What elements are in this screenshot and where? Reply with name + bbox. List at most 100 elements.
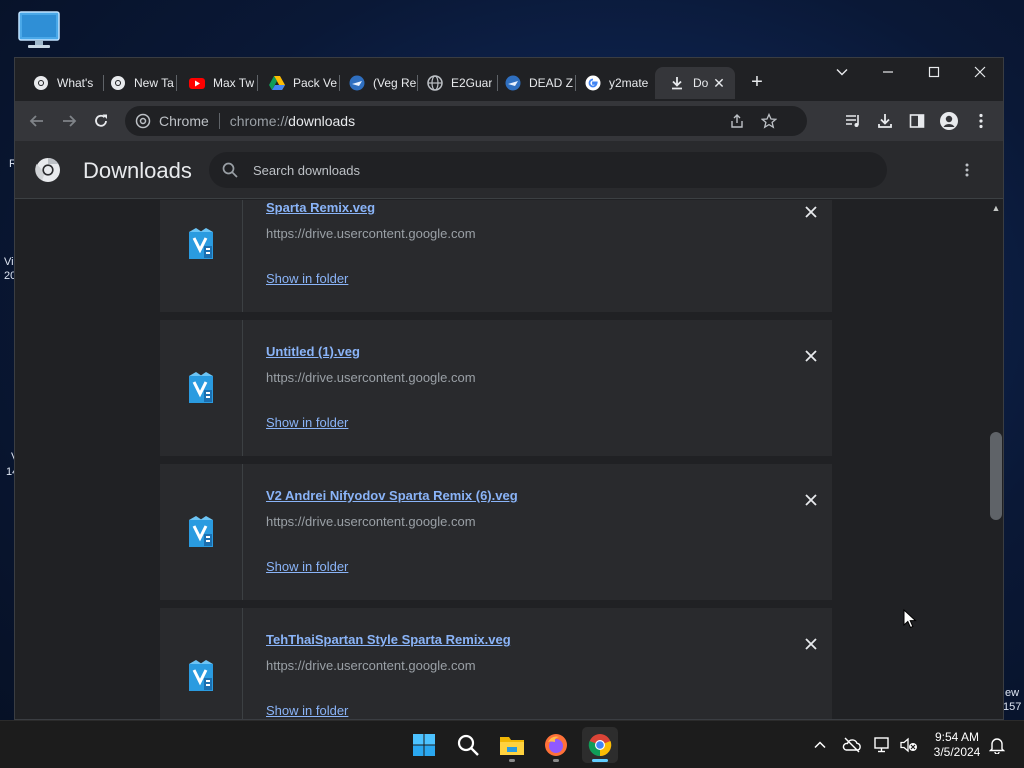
- firefox-taskbar-button[interactable]: [538, 727, 574, 763]
- tab-dead-z[interactable]: DEAD Z: [491, 67, 573, 99]
- download-icon: [878, 114, 892, 128]
- bookmark-button[interactable]: [759, 111, 779, 131]
- close-icon: [974, 66, 986, 78]
- file-name-link[interactable]: Sparta Remix.veg: [266, 200, 375, 215]
- search-taskbar-button[interactable]: [450, 727, 486, 763]
- scroll-up-arrow-icon[interactable]: ▲: [987, 202, 1003, 214]
- show-in-folder-link[interactable]: Show in folder: [266, 703, 348, 718]
- star-icon: [761, 113, 777, 129]
- search-icon: [457, 734, 479, 756]
- bell-icon: [989, 738, 1005, 754]
- avatar-icon: [940, 112, 958, 130]
- site-info-chip[interactable]: Chrome: [135, 113, 209, 129]
- side-panel-button[interactable]: [905, 109, 929, 133]
- vegas-file-icon: [189, 660, 213, 691]
- search-input[interactable]: [253, 162, 853, 178]
- minimize-button[interactable]: [865, 58, 911, 86]
- tab-downloads[interactable]: Do ✕: [655, 67, 735, 99]
- address-bar[interactable]: Chrome chrome://downloads: [125, 106, 807, 136]
- firefox-icon: [545, 734, 567, 756]
- tab-whats-new[interactable]: What's: [19, 67, 103, 99]
- page-scrollbar[interactable]: ▲: [987, 200, 1003, 719]
- downloads-menu-button[interactable]: [957, 160, 977, 180]
- show-hidden-icons-button[interactable]: [810, 735, 830, 755]
- tab-search-button[interactable]: [819, 58, 865, 86]
- tab-label: DEAD Z: [529, 76, 573, 90]
- file-name-link[interactable]: V2 Andrei Nifyodov Sparta Remix (6).veg: [266, 488, 518, 503]
- windows-taskbar: 9:54 AM 3/5/2024: [0, 720, 1024, 768]
- downloads-header: Downloads: [15, 141, 1003, 199]
- globe-icon: [427, 75, 443, 91]
- running-indicator: [509, 759, 515, 762]
- remove-item-button[interactable]: [801, 634, 821, 654]
- reload-button[interactable]: [89, 109, 113, 133]
- tab-e2guardian[interactable]: E2Guar: [413, 67, 497, 99]
- system-clock[interactable]: 9:54 AM 3/5/2024: [922, 730, 992, 760]
- downloads-button[interactable]: [873, 109, 897, 133]
- file-source-url: https://drive.usercontent.google.com: [266, 226, 476, 241]
- remove-item-button[interactable]: [801, 202, 821, 222]
- tab-label: E2Guar: [451, 76, 493, 90]
- this-pc-desktop-icon[interactable]: [16, 10, 62, 50]
- tab-label: New Ta: [134, 76, 174, 90]
- show-in-folder-link[interactable]: Show in folder: [266, 271, 348, 286]
- file-explorer-taskbar-button[interactable]: [494, 727, 530, 763]
- tab-close-icon[interactable]: ✕: [711, 75, 727, 91]
- file-source-url: https://drive.usercontent.google.com: [266, 370, 476, 385]
- tab-y2mate[interactable]: y2mate: [571, 67, 653, 99]
- network-tray-button[interactable]: [873, 735, 893, 755]
- mouse-pointer-icon: [903, 609, 917, 629]
- onedrive-tray-button[interactable]: [842, 735, 862, 755]
- page-title: Downloads: [83, 158, 192, 183]
- tab-veg-re[interactable]: (Veg Re: [335, 67, 417, 99]
- close-window-button[interactable]: [957, 58, 1003, 86]
- file-name-link[interactable]: Untitled (1).veg: [266, 344, 360, 359]
- download-item: Untitled (1).veg https://drive.userconte…: [160, 320, 832, 456]
- close-icon: [805, 350, 817, 362]
- maximize-button[interactable]: [911, 58, 957, 86]
- show-in-folder-link[interactable]: Show in folder: [266, 415, 348, 430]
- notifications-button[interactable]: [987, 735, 1007, 755]
- minimize-icon: [883, 71, 893, 73]
- remove-item-button[interactable]: [801, 490, 821, 510]
- maximize-icon: [928, 66, 940, 78]
- scroll-thumb[interactable]: [990, 432, 1002, 520]
- tab-google-drive[interactable]: Pack Ve: [255, 67, 339, 99]
- chrome-icon: [33, 75, 49, 91]
- share-button[interactable]: [727, 111, 747, 131]
- vegas-file-icon: [189, 228, 213, 259]
- arrow-left-icon: [29, 115, 43, 127]
- chrome-icon: [588, 734, 612, 757]
- item-divider: [242, 200, 243, 312]
- windows-logo-icon: [413, 734, 435, 756]
- file-name-link[interactable]: TehThaiSpartan Style Sparta Remix.veg: [266, 632, 511, 647]
- download-icon: [669, 75, 685, 91]
- show-in-folder-link[interactable]: Show in folder: [266, 559, 348, 574]
- close-icon: [805, 638, 817, 650]
- more-vert-icon: [979, 113, 983, 129]
- youtube-icon: [189, 75, 205, 91]
- browser-toolbar: Chrome chrome://downloads: [15, 101, 1003, 141]
- chrome-icon: [135, 113, 151, 129]
- new-tab-button[interactable]: +: [745, 71, 769, 95]
- chrome-taskbar-button[interactable]: [582, 727, 618, 763]
- side-panel-icon: [909, 114, 925, 128]
- back-button[interactable]: [25, 109, 49, 133]
- vegas-file-icon: [189, 516, 213, 547]
- media-controls-button[interactable]: [841, 109, 865, 133]
- search-downloads-bar[interactable]: [209, 152, 887, 188]
- url-path: downloads: [288, 113, 356, 129]
- start-button[interactable]: [406, 727, 442, 763]
- item-divider: [242, 320, 243, 456]
- item-divider: [242, 608, 243, 719]
- remove-item-button[interactable]: [801, 346, 821, 366]
- profile-button[interactable]: [937, 109, 961, 133]
- url-text[interactable]: chrome://downloads: [230, 113, 355, 129]
- chrome-menu-button[interactable]: [969, 109, 993, 133]
- forward-button[interactable]: [57, 109, 81, 133]
- tab-label: (Veg Re: [373, 76, 417, 90]
- volume-tray-button[interactable]: [899, 735, 919, 755]
- tab-youtube[interactable]: Max Tw: [175, 67, 257, 99]
- chrome-window: What's New Ta Max Tw Pack Ve (Veg Re E2G…: [14, 57, 1004, 720]
- tab-new-tab[interactable]: New Ta: [96, 67, 176, 99]
